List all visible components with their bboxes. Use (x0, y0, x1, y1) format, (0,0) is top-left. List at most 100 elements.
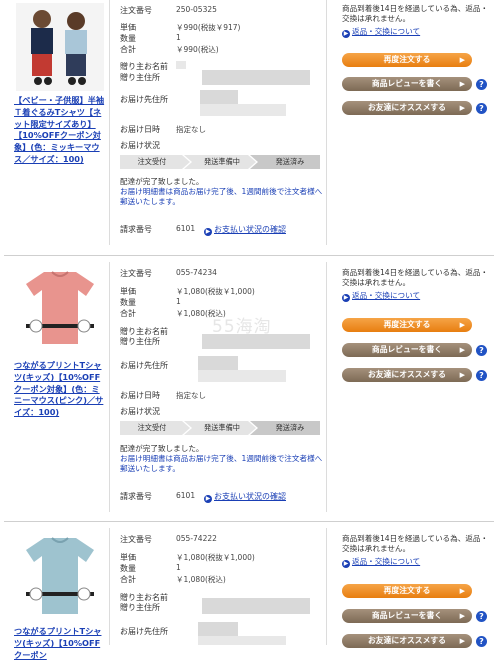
return-policy-link[interactable]: ▶ 返品・交換について (342, 290, 490, 302)
redacted-sender-name (176, 61, 186, 69)
statement-mail-text: お届け明細書は商品お届け完了後、1週間前後で注文者様へ郵送いたします。 (120, 187, 323, 206)
order-details: 注文番号 055-74234 単価 ￥1,080(税抜￥1,000) 数量 1 … (109, 262, 327, 512)
return-note: 商品到着後14日を経過している為、返品・交換は承れません。 (342, 4, 489, 23)
order-number: 055-74222 (176, 534, 217, 543)
help-icon[interactable]: ? (476, 103, 487, 114)
reorder-button[interactable]: 再度注文する ▶ (342, 584, 472, 598)
quantity-label: 数量 (120, 298, 136, 307)
help-icon[interactable]: ? (476, 370, 487, 381)
return-policy-link[interactable]: ▶ 返品・交換について (342, 26, 490, 38)
return-policy-text[interactable]: 返品・交換について (352, 291, 420, 300)
product-name-link[interactable]: 【ベビー・子供服】半袖Ｔ着ぐるみTシャツ【ネット限定サイズあり】【10%OFFク… (14, 95, 106, 166)
chevron-right-icon: ▶ (459, 80, 465, 88)
sender-name-label: 贈り主お名前 (120, 62, 168, 71)
arrow-circle-icon: ▶ (204, 228, 212, 236)
order-details: 注文番号 055-74222 単価 ￥1,080(税抜￥1,000) 数量 1 … (109, 528, 327, 645)
order-number-label: 注文番号 (120, 6, 152, 15)
product-name-link[interactable]: つながるプリントTシャツ(キッズ)【10%OFFクーポン対象】(色：ミニーマウス… (14, 360, 106, 419)
order-details: 注文番号 250-05325 単価 ￥990(税抜￥917) 数量 1 合計 ￥… (109, 0, 327, 245)
payment-status-text[interactable]: お支払い状況の確認 (214, 492, 286, 501)
chevron-right-icon: ▶ (459, 56, 465, 64)
total-label: 合計 (120, 45, 136, 54)
step-preparing: 発送準備中 (204, 423, 240, 432)
sender-address-label: 贈り主住所 (120, 603, 160, 612)
order-divider (4, 255, 494, 256)
reorder-button[interactable]: 再度注文する ▶ (342, 318, 472, 332)
return-policy-link[interactable]: ▶ 返品・交換について (342, 556, 490, 568)
return-note: 商品到着後14日を経過している為、返品・交換は承れません。 (342, 534, 489, 553)
billing-number-label: 請求番号 (120, 225, 152, 234)
step-order-received: 注文受付 (137, 157, 167, 166)
chevron-right-icon: ▶ (459, 637, 465, 645)
sender-address-label: 贈り主住所 (120, 73, 160, 82)
order-actions: 商品到着後14日を経過している為、返品・交換は承れません。 ▶ 返品・交換について… (342, 268, 490, 382)
redacted-delivery-address (200, 90, 238, 104)
chevron-right-icon: ▶ (459, 371, 465, 379)
write-review-label: 商品レビューを書く (371, 611, 443, 620)
help-icon[interactable]: ? (476, 79, 487, 90)
redacted-delivery-address-2 (200, 104, 286, 116)
recommend-button[interactable]: お友達にオススメする ▶ (342, 634, 472, 648)
chevron-right-icon: ▶ (459, 104, 465, 112)
help-icon[interactable]: ? (476, 345, 487, 356)
quantity-label: 数量 (120, 34, 136, 43)
order-number: 055-74234 (176, 268, 217, 277)
recommend-button[interactable]: お友達にオススメする ▶ (342, 368, 472, 382)
recommend-label: お友達にオススメする (368, 636, 446, 645)
delivery-address-label: お届け先住所 (120, 627, 168, 636)
order-number-label: 注文番号 (120, 535, 152, 544)
redacted-sender-address (202, 70, 310, 85)
recommend-button[interactable]: お友達にオススメする ▶ (342, 101, 472, 115)
delivery-progress: 注文受付 発送準備中 発送済み (120, 421, 320, 435)
reorder-label: 再度注文する (383, 55, 431, 64)
redacted-delivery-address-2 (198, 370, 286, 382)
billing-number: 6101 (176, 491, 196, 500)
reorder-label: 再度注文する (383, 586, 431, 595)
delivery-message: 配達が完了致しました。 お届け明細書は商品お届け完了後、1週間前後で注文者様へ郵… (120, 177, 326, 207)
arrow-circle-icon: ▶ (342, 30, 350, 38)
product-image[interactable] (16, 3, 104, 91)
product-image[interactable] (16, 266, 104, 354)
total-value: ￥1,080(税込) (176, 575, 226, 584)
return-note: 商品到着後14日を経過している為、返品・交換は承れません。 (342, 268, 489, 287)
return-policy-text[interactable]: 返品・交換について (352, 557, 420, 566)
price-label: 単価 (120, 287, 136, 296)
redacted-sender-address (202, 598, 310, 614)
redacted-delivery-address (198, 356, 238, 370)
write-review-button[interactable]: 商品レビューを書く ▶ (342, 343, 472, 357)
arrow-circle-icon: ▶ (342, 560, 350, 568)
payment-status-link[interactable]: ▶ お支払い状況の確認 (204, 491, 286, 503)
quantity-label: 数量 (120, 564, 136, 573)
quantity-value: 1 (176, 33, 181, 42)
statement-mail-text: お届け明細書は商品お届け完了後、1週間前後で注文者様へ郵送いたします。 (120, 454, 323, 473)
return-policy-text[interactable]: 返品・交換について (352, 27, 420, 36)
redacted-delivery-address-2 (198, 636, 286, 645)
delivery-address-label: お届け先住所 (120, 361, 168, 370)
product-image[interactable] (16, 532, 104, 620)
total-label: 合計 (120, 575, 136, 584)
total-value: ￥990(税込) (176, 45, 219, 54)
total-label: 合計 (120, 309, 136, 318)
step-preparing: 発送準備中 (204, 157, 240, 166)
help-icon[interactable]: ? (476, 611, 487, 622)
chevron-right-icon: ▶ (459, 587, 465, 595)
step-shipped: 発送済み (275, 423, 305, 432)
arrow-circle-icon: ▶ (342, 294, 350, 302)
delivery-complete-text: 配達が完了致しました。 (120, 444, 204, 453)
quantity-value: 1 (176, 297, 181, 306)
watermark-text: 55海淘 (212, 317, 272, 337)
product-name-link[interactable]: つながるプリントTシャツ(キッズ)【10%OFFクーポン (14, 626, 106, 661)
write-review-button[interactable]: 商品レビューを書く ▶ (342, 609, 472, 623)
recommend-label: お友達にオススメする (368, 370, 446, 379)
quantity-value: 1 (176, 563, 181, 572)
payment-status-link[interactable]: ▶ お支払い状況の確認 (204, 224, 286, 236)
payment-status-text[interactable]: お支払い状況の確認 (214, 225, 286, 234)
help-icon[interactable]: ? (476, 636, 487, 647)
sender-address-label: 贈り主住所 (120, 337, 160, 346)
price-value: ￥1,080(税抜￥1,000) (176, 553, 255, 562)
delivery-address-label: お届け先住所 (120, 95, 168, 104)
reorder-button[interactable]: 再度注文する ▶ (342, 53, 472, 67)
billing-number-label: 請求番号 (120, 492, 152, 501)
chevron-right-icon: ▶ (459, 612, 465, 620)
write-review-button[interactable]: 商品レビューを書く ▶ (342, 77, 472, 91)
